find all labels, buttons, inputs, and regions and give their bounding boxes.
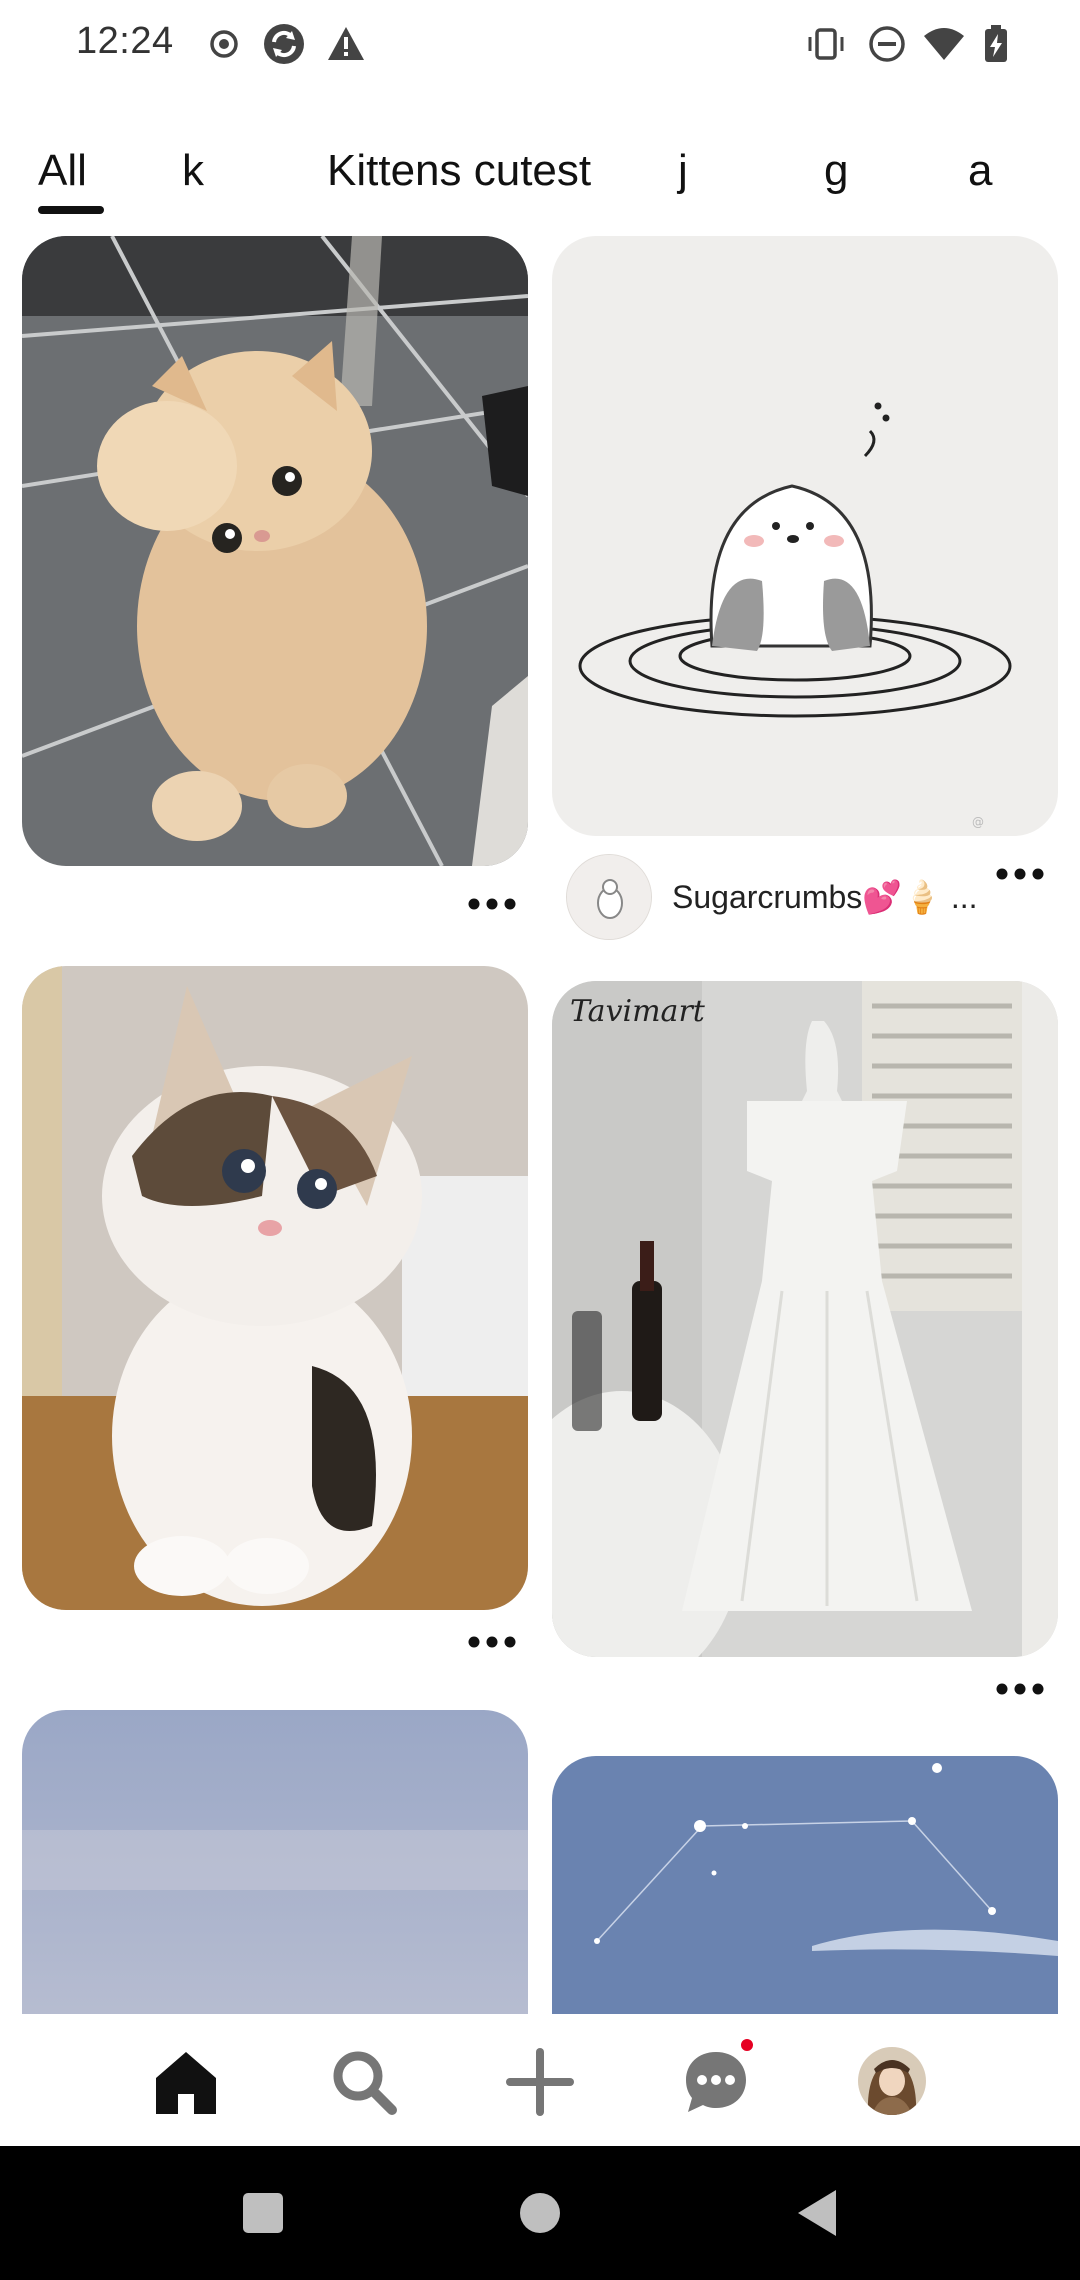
tab-a[interactable]: a <box>968 146 992 196</box>
more-options-button[interactable] <box>990 1669 1050 1709</box>
selected-tab-indicator <box>38 206 104 214</box>
sync-app-icon <box>264 24 304 64</box>
tab-g[interactable]: g <box>824 146 848 196</box>
pin-creator[interactable]: Sugarcrumbs💕🍦 ... <box>566 854 978 940</box>
tab-all[interactable]: All <box>38 146 87 196</box>
tab-j[interactable]: j <box>678 146 688 196</box>
nav-create[interactable] <box>504 2046 576 2118</box>
nav-home[interactable] <box>150 2046 222 2118</box>
pin-image[interactable] <box>22 1710 528 2014</box>
battery-icon <box>985 25 1007 62</box>
pin-otter-drawing[interactable]: @ Sugarcrumbs💕🍦 ... <box>552 236 1058 946</box>
nav-messages[interactable] <box>680 2036 756 2118</box>
sky-photo <box>22 1710 528 2014</box>
wifi-icon <box>924 28 964 60</box>
more-horizontal-icon <box>468 1636 516 1648</box>
recents-button[interactable] <box>232 2182 294 2244</box>
pin-calico-kitten[interactable] <box>22 966 528 1666</box>
home-circle-icon <box>520 2193 560 2233</box>
more-horizontal-icon <box>996 1683 1044 1695</box>
record-icon <box>210 30 238 58</box>
pin-image[interactable]: Tavimart <box>552 981 1058 1657</box>
pin-constellation-sky[interactable] <box>552 1756 1058 2014</box>
messages-icon <box>686 2052 746 2112</box>
pin-image[interactable] <box>22 966 528 1610</box>
pin-blue-sky[interactable] <box>22 1710 528 2014</box>
tab-k[interactable]: k <box>182 146 204 196</box>
more-horizontal-icon <box>996 868 1044 880</box>
pin-image[interactable] <box>22 236 528 866</box>
pin-white-dress[interactable]: Tavimart <box>552 981 1058 1721</box>
creator-name[interactable]: Sugarcrumbs💕🍦 ... <box>672 878 978 916</box>
vibrate-icon <box>808 28 844 60</box>
create-icon <box>506 2048 574 2116</box>
dress-watermark: Tavimart <box>570 994 706 1029</box>
more-options-button[interactable] <box>990 854 1050 894</box>
dress-photo: Tavimart <box>552 981 1058 1657</box>
pin-image[interactable]: @ <box>552 236 1058 836</box>
back-icon <box>798 2190 836 2236</box>
system-home-button[interactable] <box>509 2182 571 2244</box>
creator-avatar-image <box>567 855 651 939</box>
notification-dot <box>738 2036 756 2054</box>
search-icon <box>333 2051 397 2115</box>
nav-search[interactable] <box>328 2046 400 2118</box>
svg-text:@: @ <box>972 815 984 829</box>
warning-icon <box>328 27 364 60</box>
recents-icon <box>243 2193 283 2233</box>
pin-fluffy-kitten[interactable] <box>22 236 528 936</box>
status-bar: 12:24 <box>0 0 1080 90</box>
pin-image[interactable] <box>552 1756 1058 2014</box>
tab-kittens-cutest[interactable]: Kittens cutest <box>327 146 591 196</box>
otter-illustration: @ <box>552 236 1058 836</box>
system-navigation-bar <box>0 2146 1080 2280</box>
pin-feed[interactable]: @ Sugarcrumbs💕🍦 ... Tavimart <box>0 236 1080 2014</box>
calico-kitten-photo <box>22 966 528 1610</box>
do-not-disturb-icon <box>869 26 905 62</box>
status-time: 12:24 <box>76 20 174 62</box>
more-options-button[interactable] <box>462 1622 522 1662</box>
home-icon <box>156 2052 216 2114</box>
profile-avatar <box>858 2047 926 2115</box>
more-horizontal-icon <box>468 898 516 910</box>
creator-avatar[interactable] <box>566 854 652 940</box>
constellation-photo <box>552 1756 1058 2014</box>
kitten-photo <box>22 236 528 866</box>
back-button[interactable] <box>786 2182 848 2244</box>
more-options-button[interactable] <box>462 884 522 924</box>
nav-profile[interactable] <box>858 2047 926 2115</box>
board-tabs: All k Kittens cutest j g a <box>0 130 1080 220</box>
